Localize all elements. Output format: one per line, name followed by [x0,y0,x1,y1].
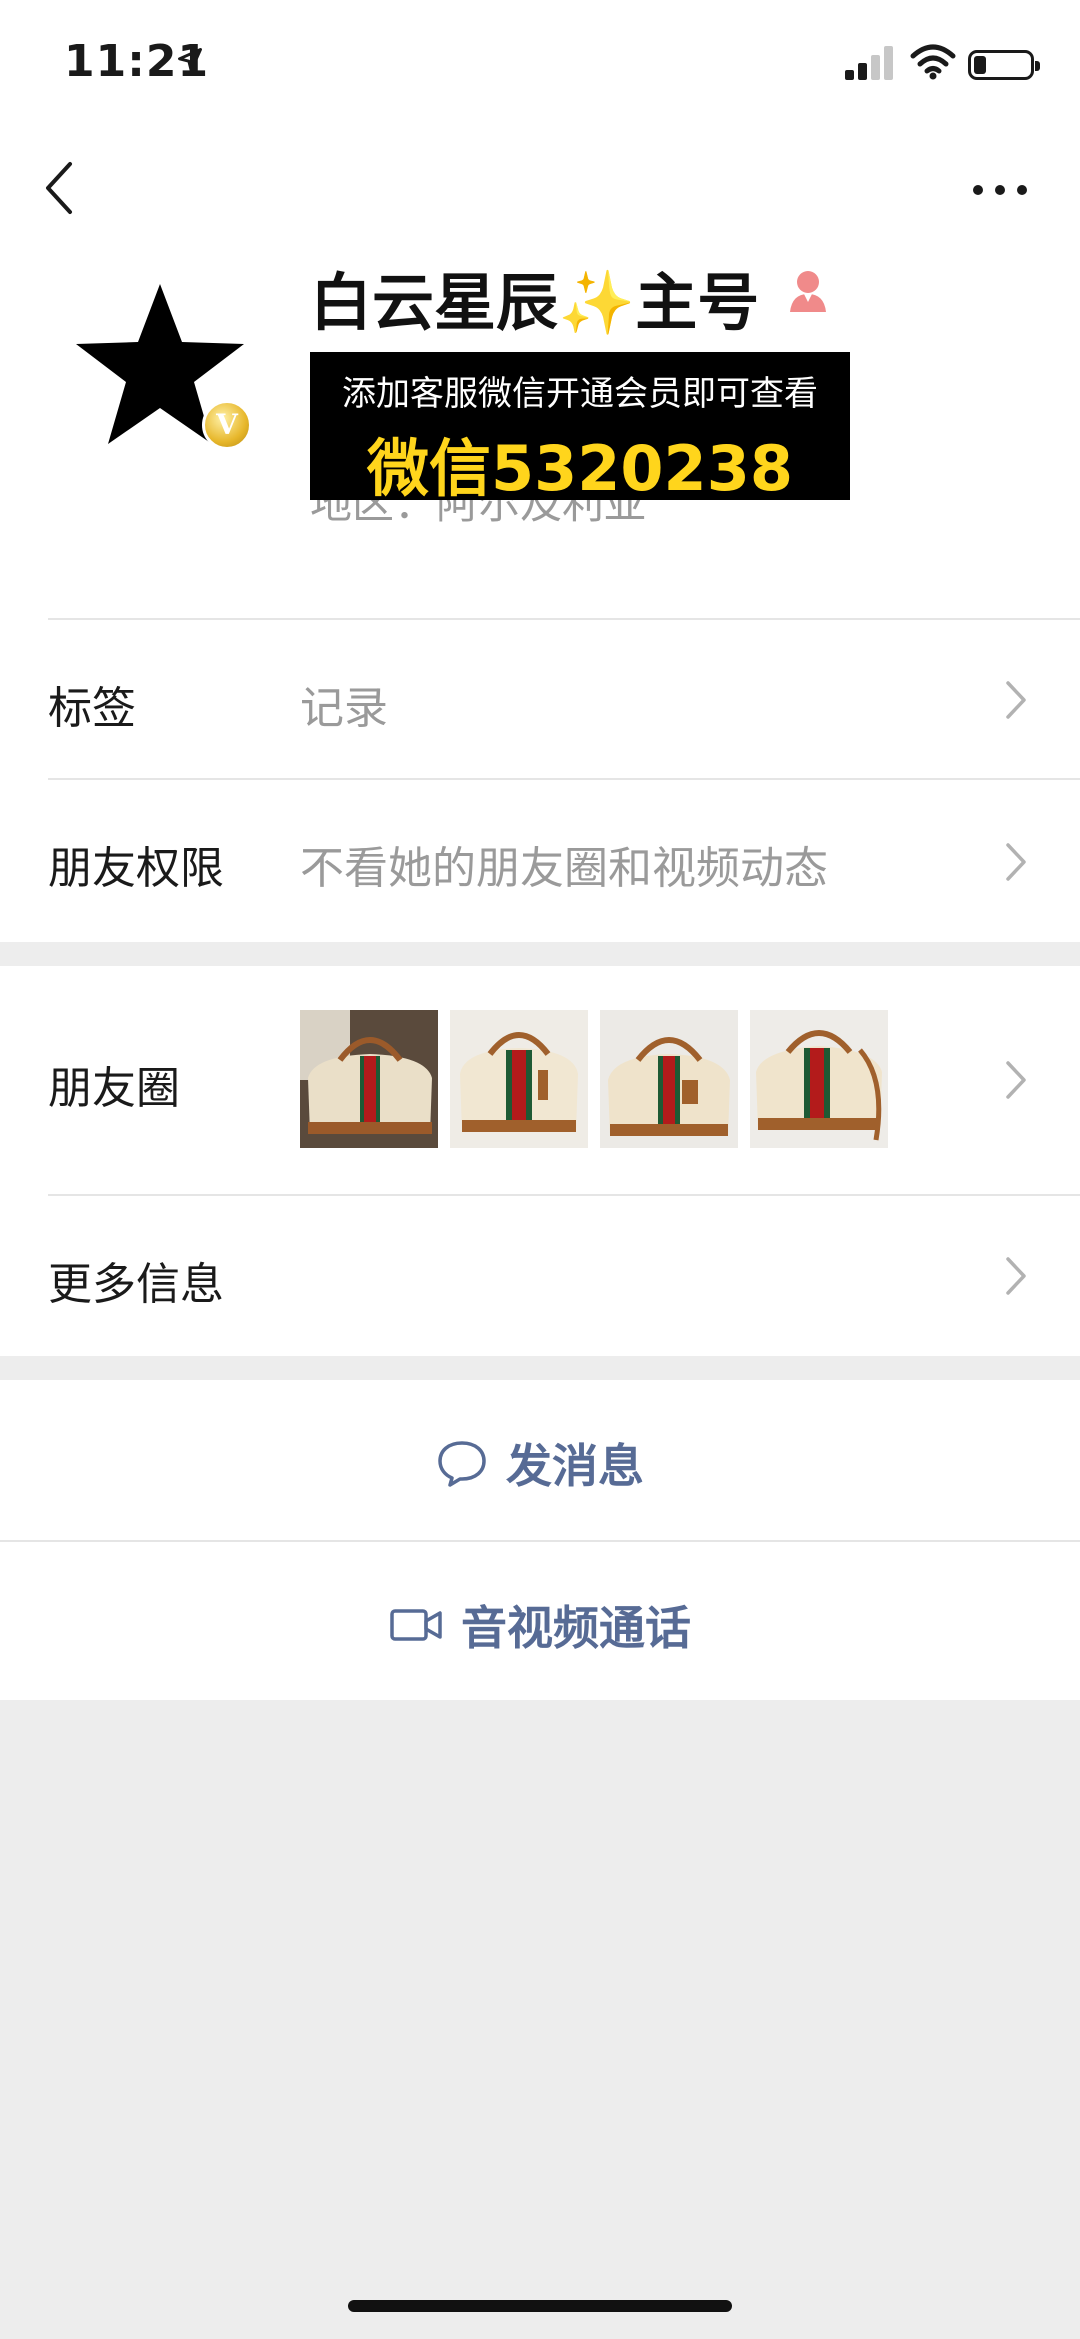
permissions-value: 不看她的朋友圈和视频动态 [300,843,828,894]
ad-text-line2: 微信5320238 [367,432,793,505]
video-call-label: 音视频通话 [461,1601,691,1655]
profile-name: 白云星辰✨主号 [310,252,759,342]
chevron-right-icon [1006,843,1026,881]
moments-thumbnail[interactable] [600,1010,738,1148]
status-bar: 11:21 [0,0,1080,120]
wifi-icon [910,44,956,80]
send-message-label: 发消息 [506,1439,644,1493]
back-button[interactable] [40,158,80,218]
moments-thumbnail[interactable] [300,1010,438,1148]
overlay-ad-banner: 添加客服微信开通会员即可查看 微信5320238 [310,352,850,505]
home-indicator[interactable] [348,2300,732,2312]
chevron-right-icon [1006,1061,1026,1099]
chevron-right-icon [1006,1257,1026,1295]
more-info-label: 更多信息 [48,1259,224,1310]
chevron-right-icon [1006,681,1026,719]
video-camera-icon [390,1609,442,1641]
sparkle-emoji: ✨ [558,266,636,339]
moments-thumbnail[interactable] [450,1010,588,1148]
signal-icon [845,46,893,80]
location-arrow-icon [178,48,202,72]
video-call-button[interactable]: 音视频通话 [0,1592,1080,1658]
chat-bubble-icon [438,1441,486,1487]
send-message-button[interactable]: 发消息 [0,1430,1080,1498]
divider [48,778,1080,780]
battery-icon [968,50,1040,80]
profile-name-suffix: 主号 [635,266,760,339]
divider [48,618,1080,620]
profile-name-text: 白云星辰 [310,266,559,339]
tags-value: 记录 [300,683,388,734]
permissions-label: 朋友权限 [48,843,224,894]
more-options-button[interactable] [970,170,1030,210]
female-person-icon [790,271,826,312]
ad-text-line1: 添加客服微信开通会员即可查看 [342,374,818,414]
moments-label: 朋友圈 [48,1063,180,1114]
divider [48,1194,1080,1196]
verified-badge: V [202,400,252,450]
divider [0,1540,1080,1542]
tags-label: 标签 [48,683,136,734]
moments-thumbnail[interactable] [750,1010,888,1148]
